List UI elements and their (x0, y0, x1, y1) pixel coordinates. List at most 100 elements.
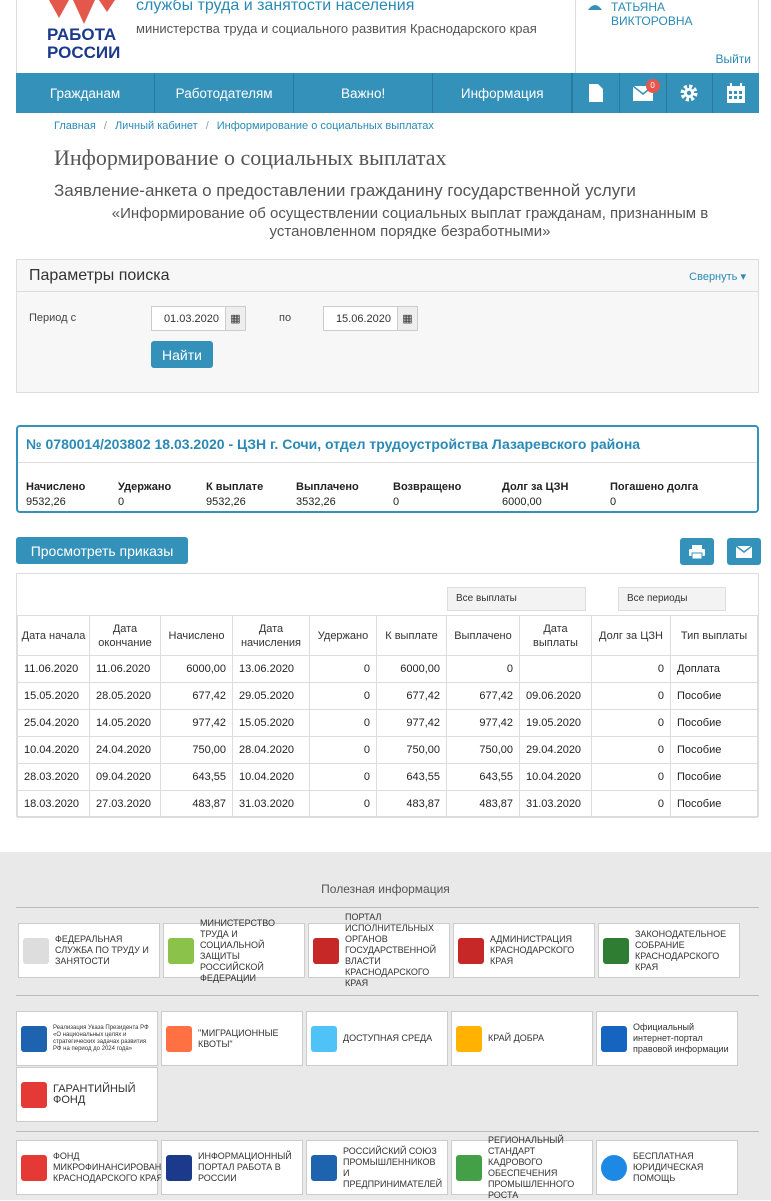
partner-krasnodar-portal[interactable]: ПОРТАЛ ИСПОЛНИТЕЛЬНЫХ ОРГАНОВ ГОСУДАРСТВ… (308, 912, 450, 988)
cell-end: 09.04.2020 (89, 763, 161, 791)
printer-icon (689, 544, 705, 559)
summary-paid: Выплачено 3532,26 (296, 481, 359, 508)
payments-filter-select[interactable]: Все выплаты (447, 587, 586, 611)
summary-value: 9532,26 (26, 496, 66, 508)
cell-accrued: 977,42 (160, 709, 233, 737)
user-name[interactable]: ТАТЬЯНА ВИКТОРОВНА (611, 0, 693, 28)
documents-button[interactable] (572, 73, 619, 113)
partner-rostrud[interactable]: ФЕДЕРАЛЬНАЯ СЛУЖБА ПО ТРУДУ И ЗАНЯТОСТИ (18, 923, 160, 978)
cell-start: 18.03.2020 (17, 790, 90, 818)
coat-of-arms-icon (458, 937, 484, 964)
partner-label: "МИГРАЦИОННЫЕ КВОТЫ" (198, 1027, 279, 1049)
user-first-name: ТАТЬЯНА (611, 0, 665, 14)
settings-button[interactable] (665, 73, 713, 113)
col-paid[interactable]: Выплачено (446, 615, 520, 656)
partner-regional-standard[interactable]: РЕГИОНАЛЬНЫЙ СТАНДАРТ КАДРОВОГО ОБЕСПЕЧЕ… (451, 1135, 593, 1200)
cell-to-pay: 643,55 (376, 763, 447, 791)
summary-label: Погашено долга (610, 481, 699, 493)
calendar-icon[interactable]: ▦ (397, 307, 417, 330)
col-debt[interactable]: Долг за ЦЗН (591, 615, 671, 656)
crumb-cabinet[interactable]: Личный кабинет (115, 120, 198, 132)
col-pay-type[interactable]: Тип выплаты (670, 615, 758, 656)
partner-microfinance-fund[interactable]: ФОНД МИКРОФИНАНСИРОВАНИЯ КРАСНОДАРСКОГО … (16, 1140, 174, 1195)
partner-free-legal-aid[interactable]: БЕСПЛАТНАЯ ЮРИДИЧЕСКАЯ ПОМОЩЬ (596, 1140, 738, 1195)
col-to-pay[interactable]: К выплате (376, 615, 447, 656)
result-title[interactable]: № 0780014/203802 18.03.2020 - ЦЗН г. Соч… (18, 427, 757, 463)
periods-filter-select[interactable]: Все периоды (618, 587, 726, 611)
crumb-current[interactable]: Информирование о социальных выплатах (217, 120, 434, 132)
summary-withheld: Удержано 0 (118, 481, 171, 508)
calendar-button[interactable] (712, 73, 759, 113)
find-button[interactable]: Найти (151, 341, 213, 368)
date-to-value: 15.06.2020 (335, 312, 391, 325)
cell-accrual-date: 10.04.2020 (232, 763, 310, 791)
col-withheld[interactable]: Удержано (309, 615, 377, 656)
col-pay-date[interactable]: Дата выплаты (519, 615, 592, 656)
summary-debt: Долг за ЦЗН 6000,00 (502, 481, 568, 508)
date-to-field[interactable]: 15.06.2020 ▦ (323, 306, 418, 331)
crumb-home[interactable]: Главная (54, 120, 96, 132)
nav-employers[interactable]: Работодателям (155, 73, 295, 113)
collapse-link[interactable]: Свернуть ▾ (689, 270, 746, 283)
date-from-field[interactable]: 01.03.2020 ▦ (151, 306, 246, 331)
cell-start: 28.03.2020 (17, 763, 90, 791)
logo-line2: РОССИИ (47, 43, 121, 62)
summary-label: Выплачено (296, 481, 359, 493)
cell-pay-date: 31.03.2020 (519, 790, 592, 818)
chevron-down-icon: ▾ (740, 271, 746, 283)
cell-type: Пособие (670, 682, 758, 710)
cell-withheld: 0 (309, 655, 377, 683)
partner-accessible-environment[interactable]: ДОСТУПНАЯ СРЕДА (306, 1011, 448, 1066)
user-panel: ТАТЬЯНА ВИКТОРОВНА Выйти (575, 0, 759, 73)
summary-label: К выплате (206, 481, 264, 493)
cell-accrued: 750,00 (160, 736, 233, 764)
table-row: 10.04.2020 24.04.2020 750,00 28.04.2020 … (17, 736, 758, 764)
logout-link[interactable]: Выйти (715, 52, 751, 66)
rabota-rossii-logo[interactable]: РАБОТА РОССИИ (29, 0, 139, 68)
nav-important[interactable]: Важно! (294, 73, 434, 113)
col-accrual-date[interactable]: Дата начисления (232, 615, 310, 656)
partner-legislative-assembly[interactable]: ЗАКОНОДАТЕЛЬНОЕ СОБРАНИЕ КРАСНОДАРСКОГО … (598, 923, 740, 978)
partner-legal-portal[interactable]: Официальный интернет-портал правовой инф… (596, 1011, 738, 1066)
partner-mintrud[interactable]: МИНИСТЕРСТВО ТРУДА И СОЦИАЛЬНОЙ ЗАЩИТЫ Р… (163, 918, 305, 983)
union-logo-icon (311, 1154, 337, 1181)
email-button[interactable] (727, 538, 761, 565)
partner-label: РЕГИОНАЛЬНЫЙ СТАНДАРТ КАДРОВОГО ОБЕСПЕЧЕ… (488, 1134, 575, 1200)
view-orders-button[interactable]: Просмотреть приказы (16, 537, 188, 564)
cell-pay-date (519, 655, 592, 683)
partner-krai-dobra[interactable]: КРАЙ ДОБРА (451, 1011, 593, 1066)
partner-guarantee-fund[interactable]: ГАРАНТИЙНЫЙ ФОНД (16, 1067, 158, 1122)
cell-accrued: 483,87 (160, 790, 233, 818)
cell-type: Пособие (670, 709, 758, 737)
document-icon (589, 84, 604, 102)
partner-label: ЗАКОНОДАТЕЛЬНОЕ СОБРАНИЕ КРАСНОДАРСКОГО … (635, 928, 727, 972)
cell-withheld: 0 (309, 682, 377, 710)
nav-citizens[interactable]: Гражданам (16, 73, 156, 113)
cell-type: Пособие (670, 790, 758, 818)
partner-migration-quotas[interactable]: "МИГРАЦИОННЫЕ КВОТЫ" (161, 1011, 303, 1066)
ministry-logo-icon (168, 937, 194, 964)
cell-end: 28.05.2020 (89, 682, 161, 710)
print-button[interactable] (680, 538, 714, 565)
partner-label: ДОСТУПНАЯ СРЕДА (343, 1033, 433, 1043)
partner-national-projects[interactable]: Реализация Указа Президента РФ «О национ… (16, 1011, 158, 1066)
partner-rabota-portal[interactable]: ИНФОРМАЦИОННЫЙ ПОРТАЛ РАБОТА В РОССИИ (161, 1140, 303, 1195)
col-end-date[interactable]: Дата окончание (89, 615, 161, 656)
table-row: 15.05.2020 28.05.2020 677,42 29.05.2020 … (17, 682, 758, 710)
calendar-icon[interactable]: ▦ (225, 307, 245, 330)
partner-rspp[interactable]: РОССИЙСКИЙ СОЮЗ ПРОМЫШЛЕННИКОВ И ПРЕДПРИ… (306, 1140, 448, 1195)
nav-information[interactable]: Информация (433, 73, 573, 113)
cell-paid: 483,87 (446, 790, 520, 818)
cell-type: Пособие (670, 763, 758, 791)
col-accrued[interactable]: Начислено (160, 615, 233, 656)
result-card: № 0780014/203802 18.03.2020 - ЦЗН г. Соч… (16, 425, 759, 513)
summary-value: 9532,26 (206, 496, 246, 508)
col-start-date[interactable]: Дата начала (17, 615, 90, 656)
calendar-icon (727, 83, 746, 103)
partner-label: ГАРАНТИЙНЫЙ ФОНД (53, 1082, 136, 1106)
partner-administration[interactable]: АДМИНИСТРАЦИЯ КРАСНОДАРСКОГО КРАЯ (453, 923, 595, 978)
cell-end: 14.05.2020 (89, 709, 161, 737)
breadcrumb: Главная / Личный кабинет / Информировани… (54, 120, 434, 132)
messages-button[interactable]: 0 (618, 73, 666, 113)
search-panel-header: Параметры поиска Свернуть ▾ (17, 260, 758, 292)
